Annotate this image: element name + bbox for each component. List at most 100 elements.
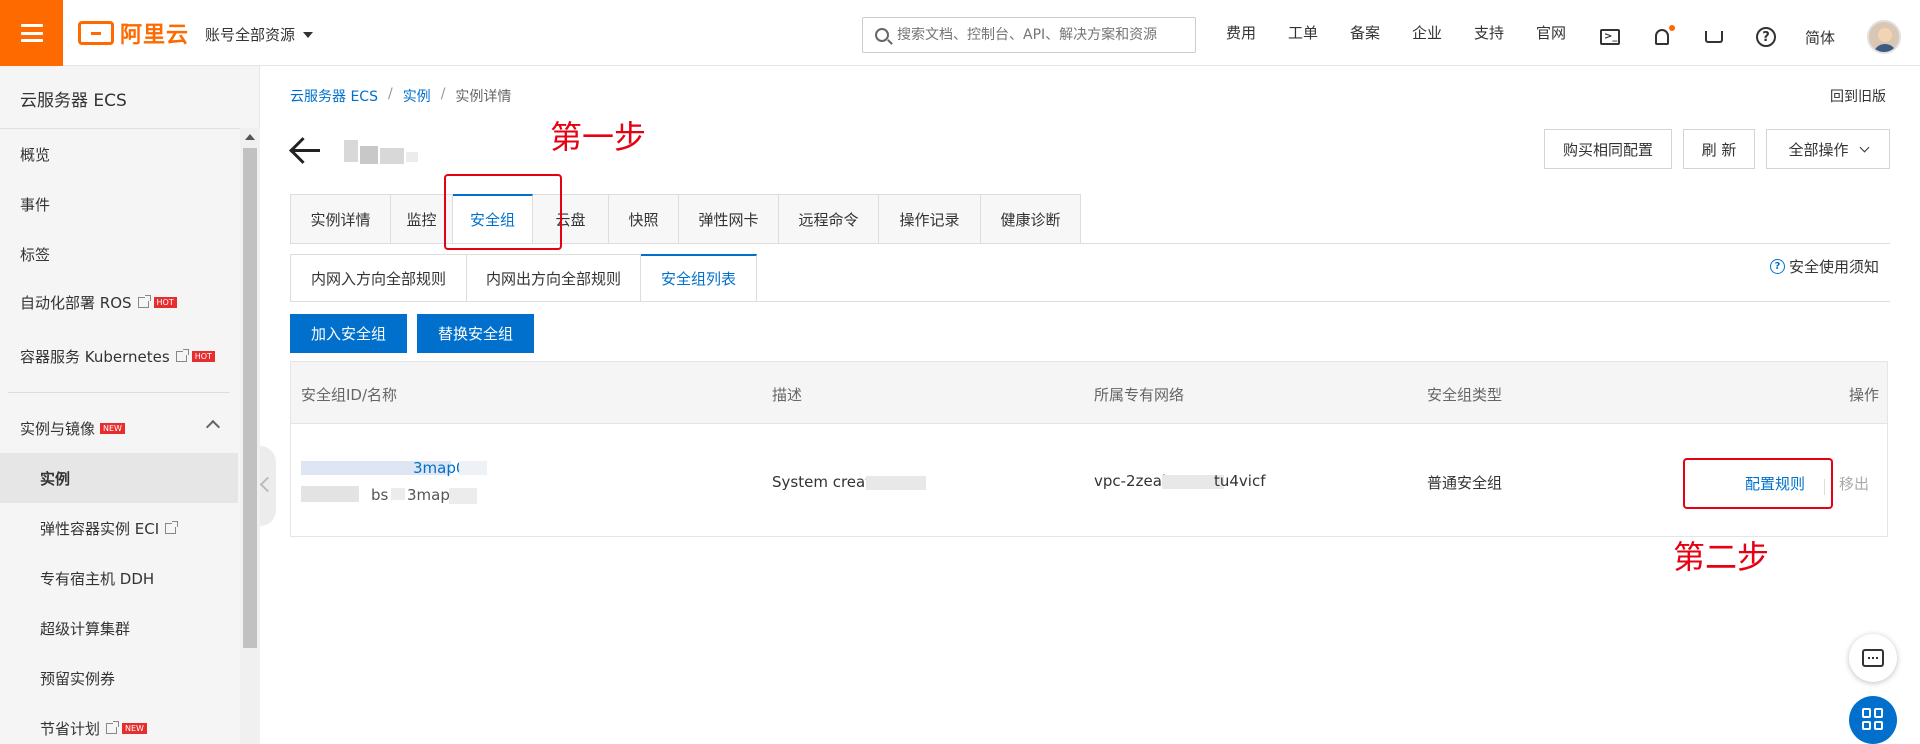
sidebar-divider — [8, 392, 230, 393]
sidebar-item-eci[interactable]: 弹性容器实例 ECI — [40, 518, 179, 539]
breadcrumb-instances[interactable]: 实例 — [403, 86, 431, 106]
help-button[interactable]: ? — [1753, 24, 1779, 50]
buy-same-config-button[interactable]: 购买相同配置 — [1544, 129, 1672, 169]
sidebar-scroll-thumb[interactable] — [243, 148, 257, 648]
column-header-vpc: 所属专有网络 — [1094, 386, 1185, 404]
new-badge: NEW — [122, 723, 147, 734]
top-nav: 费用 工单 备案 企业 支持 官网 — [1226, 22, 1598, 43]
nav-support[interactable]: 支持 — [1474, 22, 1506, 43]
sidebar-item-ros[interactable]: 自动化部署 ROS HOT — [20, 292, 177, 313]
subtab-inbound-rules[interactable]: 内网入方向全部规则 — [291, 254, 467, 302]
sidebar-item-label: 节省计划 — [40, 720, 101, 738]
all-operations-label: 全部操作 — [1788, 140, 1849, 159]
join-security-group-button[interactable]: 加入安全组 — [290, 314, 407, 353]
refresh-button[interactable]: 刷 新 — [1683, 129, 1755, 169]
sidebar-item-label: 弹性容器实例 ECI — [40, 520, 160, 538]
sidebar-title-divider — [0, 128, 260, 129]
sidebar-item-instances[interactable]: 实例 — [40, 468, 70, 489]
nav-official-site[interactable]: 官网 — [1536, 22, 1568, 43]
sidebar-item-events[interactable]: 事件 — [20, 194, 50, 215]
account-resource-dropdown[interactable]: 账号全部资源 — [205, 24, 314, 45]
sidebar-collapse-handle[interactable] — [260, 446, 276, 526]
nav-icp[interactable]: 备案 — [1350, 22, 1382, 43]
menu-button[interactable] — [0, 0, 63, 66]
sidebar-item-label: 超级计算集群 — [40, 620, 131, 638]
security-group-subtabs: 内网入方向全部规则 内网出方向全部规则 安全组列表 — [290, 254, 757, 302]
bell-icon — [1655, 29, 1669, 45]
external-link-icon — [106, 721, 120, 734]
sidebar-item-label: 预留实例券 — [40, 670, 116, 688]
step1-annotation: 第一步 — [550, 118, 647, 156]
search-input[interactable] — [897, 27, 1177, 43]
external-link-icon — [165, 521, 179, 534]
hot-badge: HOT — [191, 351, 215, 362]
tab-eni[interactable]: 弹性网卡 — [679, 194, 779, 244]
vpc-id-prefix: vpc-2zeai — [1094, 472, 1167, 490]
hamburger-icon — [20, 24, 43, 42]
notifications-button[interactable] — [1649, 24, 1675, 50]
chevron-down-icon — [1859, 142, 1869, 152]
sidebar-item-tags[interactable]: 标签 — [20, 244, 50, 265]
security-group-table: 安全组ID/名称 描述 所属专有网络 安全组类型 操作 3map0 bs 3ma… — [290, 361, 1888, 537]
table-header: 安全组ID/名称 描述 所属专有网络 安全组类型 操作 — [291, 362, 1887, 424]
chevron-up-icon[interactable] — [205, 419, 221, 435]
hot-badge: HOT — [153, 297, 177, 308]
sidebar-item-ddh[interactable]: 专有宿主机 DDH — [40, 568, 154, 589]
column-header-id-name: 安全组ID/名称 — [301, 386, 398, 404]
masked-name-block — [391, 488, 405, 500]
logo-text: 阿里云 — [120, 23, 190, 48]
sidebar-item-scc[interactable]: 超级计算集群 — [40, 618, 130, 639]
sidebar-item-savings-plan[interactable]: 节省计划 NEW — [40, 718, 147, 739]
security-group-id-link[interactable]: 3map0 — [413, 459, 465, 477]
security-notice-label: 安全使用须知 — [1789, 258, 1880, 276]
security-group-type: 普通安全组 — [1427, 474, 1503, 492]
nav-fees[interactable]: 费用 — [1226, 22, 1258, 43]
sidebar-group-instances-images[interactable]: 实例与镜像 NEW — [20, 418, 125, 439]
top-icon-group: >_ ? 简体 — [1597, 20, 1902, 54]
tab-instance-details[interactable]: 实例详情 — [291, 194, 391, 244]
instance-name-masked — [340, 136, 420, 166]
apps-button[interactable] — [1849, 696, 1897, 744]
security-notice-link[interactable]: ? 安全使用须知 — [1770, 256, 1879, 277]
help-icon: ? — [1756, 27, 1776, 47]
nav-tickets[interactable]: 工单 — [1288, 22, 1320, 43]
tab-operation-logs[interactable]: 操作记录 — [879, 194, 981, 244]
cart-button[interactable] — [1701, 24, 1727, 50]
nav-enterprise[interactable]: 企业 — [1412, 22, 1444, 43]
old-version-link[interactable]: 回到旧版 — [1830, 86, 1886, 106]
all-operations-dropdown[interactable]: 全部操作 — [1766, 129, 1890, 169]
security-group-name: bs — [371, 486, 389, 504]
sidebar-active-highlight — [0, 453, 238, 503]
cloud-shell-button[interactable]: >_ — [1597, 24, 1623, 50]
breadcrumb: 云服务器 ECS / 实例 / 实例详情 — [290, 86, 511, 106]
sidebar-item-label: 自动化部署 ROS — [20, 294, 132, 312]
subtab-outbound-rules[interactable]: 内网出方向全部规则 — [467, 254, 641, 302]
scroll-up-arrow-icon[interactable] — [245, 134, 255, 140]
breadcrumb-separator: / — [387, 86, 393, 102]
column-header-operations: 操作 — [1849, 386, 1880, 404]
subtab-security-group-list[interactable]: 安全组列表 — [641, 254, 757, 302]
sidebar-item-reserved-instances[interactable]: 预留实例券 — [40, 668, 115, 689]
avatar[interactable] — [1867, 20, 1902, 54]
sidebar-item-label: 实例 — [40, 470, 71, 488]
language-switch[interactable]: 简体 — [1805, 27, 1835, 48]
breadcrumb-ecs[interactable]: 云服务器 ECS — [290, 86, 378, 106]
sidebar-item-kubernetes[interactable]: 容器服务 Kubernetes HOT — [20, 346, 215, 367]
tab-health-diagnosis[interactable]: 健康诊断 — [981, 194, 1081, 244]
terminal-icon: >_ — [1600, 29, 1620, 45]
external-link-icon — [137, 295, 151, 308]
tab-remote-commands[interactable]: 远程命令 — [779, 194, 879, 244]
sidebar-item-label: 概览 — [20, 146, 51, 164]
global-search[interactable] — [862, 17, 1196, 53]
aliyun-logo[interactable]: 阿里云 — [78, 17, 189, 49]
tab-snapshots[interactable]: 快照 — [609, 194, 679, 244]
back-arrow-icon[interactable] — [290, 136, 322, 164]
masked-name-block — [449, 488, 477, 504]
masked-name-block — [301, 486, 359, 502]
chat-button[interactable] — [1849, 634, 1897, 682]
chat-icon — [1862, 649, 1884, 667]
column-header-type: 安全组类型 — [1427, 386, 1503, 404]
search-icon — [875, 28, 889, 42]
sidebar-item-overview[interactable]: 概览 — [20, 144, 50, 165]
replace-security-group-button[interactable]: 替换安全组 — [417, 314, 534, 353]
